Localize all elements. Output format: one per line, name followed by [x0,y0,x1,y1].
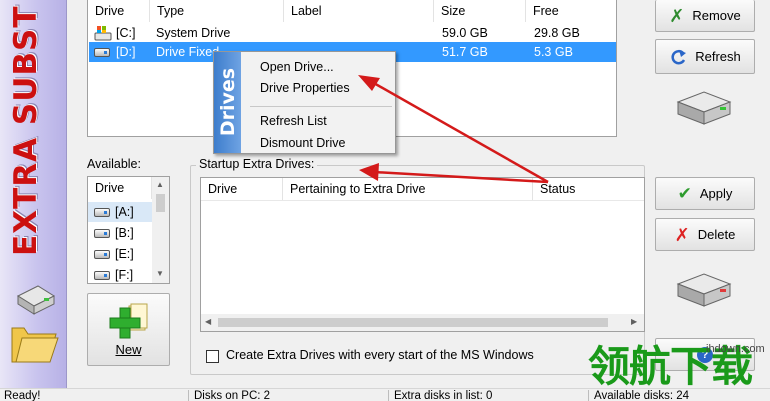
new-button[interactable]: New [87,293,170,366]
column-header-drive[interactable]: Drive [88,177,152,199]
side-banner: EXTRA SUBST [0,0,67,388]
remove-button-label: Remove [692,8,741,23]
startup-label: Startup Extra Drives: [196,157,318,171]
column-header-label[interactable]: Label [284,0,434,22]
type-cell: Drive Fixed [156,45,220,59]
scroll-left-icon[interactable]: ◀ [205,317,211,326]
column-header-drive[interactable]: Drive [201,178,283,200]
vertical-scrollbar[interactable]: ▲ ▼ [152,177,169,283]
scrollbar-thumb[interactable] [156,194,165,212]
menu-strip-label: Drives [217,67,239,137]
status-ready: Ready! [4,390,41,401]
free-cell: 5.3 GB [534,45,573,59]
hard-drive-icon [676,273,732,307]
drive-icon [94,229,110,238]
type-cell: System Drive [156,26,231,40]
list-item-label: [F:] [115,268,134,282]
watermark-url: ihdown.com [706,343,765,355]
status-available-disks: Available disks: 24 [594,390,690,401]
remove-button[interactable]: ✗ Remove [655,0,755,32]
size-cell: 51.7 GB [442,45,488,59]
refresh-button[interactable]: Refresh [655,39,755,74]
context-menu: Drives Open Drive... Drive Properties Re… [213,51,396,154]
column-header-pertaining[interactable]: Pertaining to Extra Drive [283,178,533,200]
list-item[interactable]: [A:] [88,202,152,222]
menu-item-refresh-list[interactable]: Refresh List [260,111,327,131]
menu-item-open-drive[interactable]: Open Drive... [260,57,334,77]
drive-cell: [D:] [116,45,136,59]
folder-drive-icon [11,285,59,363]
horizontal-scrollbar[interactable]: ◀ ▶ [201,314,644,331]
apply-button[interactable]: ✔ Apply [655,177,755,210]
hard-drive-icon [676,91,732,125]
table-row[interactable]: [C:] System Drive 59.0 GB 29.8 GB [88,23,616,43]
list-item-label: [A:] [115,205,134,219]
menu-separator [250,106,392,107]
scrollbar-thumb[interactable] [218,318,608,327]
size-cell: 59.0 GB [442,26,488,40]
list-item[interactable]: [B:] [88,223,152,243]
drive-icon [94,208,110,217]
refresh-icon [671,49,687,64]
list-item[interactable]: [F:] [88,265,152,283]
available-label: Available: [87,157,141,171]
column-header-type[interactable]: Type [150,0,284,22]
check-icon: ✔ [677,183,692,203]
scroll-right-icon[interactable]: ▶ [631,317,637,326]
menu-side-strip: Drives [214,52,241,153]
list-item[interactable]: [E:] [88,244,152,264]
delete-button-label: Delete [697,227,736,242]
startup-checkbox-label: Create Extra Drives with every start of … [226,348,534,362]
menu-item-drive-properties[interactable]: Drive Properties [260,78,350,98]
scroll-down-icon[interactable]: ▼ [156,269,164,278]
drive-icon [94,271,110,280]
drive-icon [94,48,110,57]
remove-icon: ✗ [669,5,685,26]
refresh-button-label: Refresh [695,49,741,64]
list-item-label: [B:] [115,226,134,240]
new-drive-icon [109,303,147,339]
delete-icon: ✗ [674,224,690,245]
apply-button-label: Apply [699,186,733,201]
new-button-label: New [115,342,142,357]
banner-title: EXTRA SUBST [8,5,44,256]
menu-item-dismount-drive[interactable]: Dismount Drive [260,133,345,153]
column-header-drive[interactable]: Drive [88,0,150,22]
startup-list[interactable]: Drive Pertaining to Extra Drive Status ◀… [200,177,645,332]
startup-checkbox[interactable] [206,350,219,363]
drive-icon [94,250,110,259]
status-extra-disks: Extra disks in list: 0 [394,390,493,401]
scroll-up-icon[interactable]: ▲ [156,180,164,189]
drive-cell: [C:] [116,26,136,40]
available-list[interactable]: Drive [A:] [B:] [E:] [F:] ▲ ▼ [87,176,170,284]
column-header-free[interactable]: Free [526,0,616,22]
list-item-label: [E:] [115,247,134,261]
delete-button[interactable]: ✗ Delete [655,218,755,251]
free-cell: 29.8 GB [534,26,580,40]
column-header-size[interactable]: Size [434,0,526,22]
windows-drive-icon [94,26,112,41]
column-header-status[interactable]: Status [533,178,644,200]
status-disks-on-pc: Disks on PC: 2 [194,390,271,401]
status-bar: Ready! Disks on PC: 2 Extra disks in lis… [0,388,770,401]
